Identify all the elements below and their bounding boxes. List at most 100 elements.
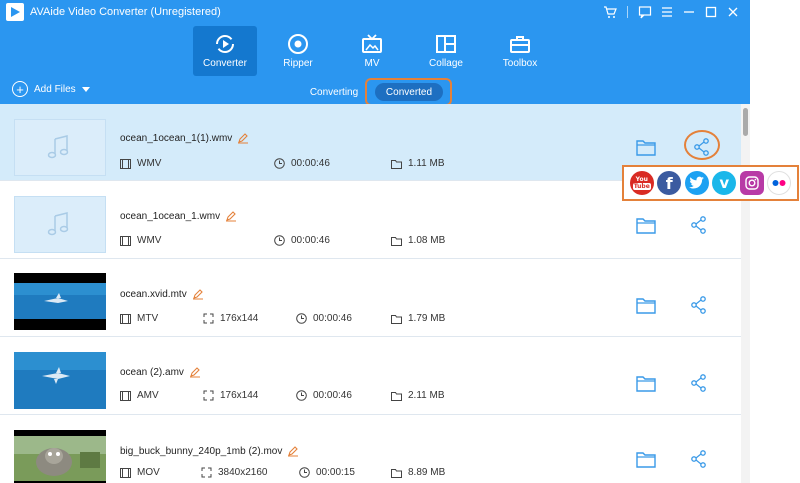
clock-icon [274,235,285,246]
scrollbar[interactable] [741,104,750,483]
share-popup: You Tube f v [622,165,799,201]
folder-small-icon [391,314,402,324]
add-icon: + [12,81,28,97]
tab-toolbox-label: Toolbox [502,58,538,69]
duration-info: 00:00:46 [296,313,352,324]
file-name: big_buck_bunny_240p_1mb (2).mov [120,445,283,457]
add-files-button[interactable]: + Add Files [12,81,90,97]
video-thumbnail [14,430,106,483]
size-info: 1.11 MB [391,158,445,169]
file-format: WMV [137,158,162,169]
tab-toolbox[interactable]: Toolbox [488,26,552,76]
file-row[interactable]: ocean.xvid.mtv MTV 176x144 00:00:46 1.79… [0,260,741,337]
folder-icon[interactable] [635,137,657,157]
edit-icon[interactable] [225,210,237,222]
resolution-icon [203,390,214,401]
clock-icon [299,467,310,478]
instagram-icon[interactable] [739,171,764,195]
youtube-icon[interactable]: You Tube [629,171,654,195]
vimeo-icon[interactable]: v [712,171,737,195]
flickr-dots-icon [772,180,786,186]
tab-converting[interactable]: Converting [300,83,368,101]
clock-icon [296,390,307,401]
size-info: 1.79 MB [391,313,445,324]
file-format: MOV [137,467,160,478]
file-size: 1.79 MB [408,313,446,324]
music-note-icon [47,134,69,158]
file-size: 8.89 MB [408,467,446,478]
file-duration: 00:00:15 [316,467,355,478]
file-resolution: 176x144 [220,390,259,401]
file-name-row: ocean.xvid.mtv [120,288,204,300]
tab-converter-label: Converter [203,58,247,69]
edit-icon[interactable] [189,366,201,378]
tab-mv[interactable]: MV [340,26,404,76]
folder-small-icon [391,236,402,246]
format-info: WMV [120,235,161,246]
share-icon-highlight [684,130,720,160]
scrollbar-thumb[interactable] [743,108,748,136]
title-bar: AVAide Video Converter (Unregistered) [0,0,750,24]
flickr-icon[interactable] [767,171,792,195]
main-nav: Converter Ripper MV Collage Toolbox [0,26,750,76]
chevron-down-icon[interactable] [81,86,90,92]
cart-icon[interactable] [601,4,619,20]
size-info: 8.89 MB [391,467,445,478]
file-row[interactable]: big_buck_bunny_240p_1mb (2).mov MOV 3840… [0,416,741,483]
file-name-row: ocean (2).amv [120,366,201,378]
audio-thumbnail [14,196,106,253]
file-name: ocean.xvid.mtv [120,288,187,300]
file-list: ocean_1ocean_1(1).wmv WMV 00:00:46 1.11 … [0,104,741,483]
twitter-icon[interactable] [684,171,709,195]
edit-icon[interactable] [237,132,249,144]
tab-converter[interactable]: Converter [193,26,257,76]
film-icon [120,235,131,246]
folder-icon[interactable] [635,449,657,469]
film-icon [120,390,131,401]
feedback-icon[interactable] [636,4,654,20]
share-icon[interactable] [688,215,710,235]
tab-collage-label: Collage [429,58,463,69]
edit-icon[interactable] [192,288,204,300]
share-icon[interactable] [688,295,710,315]
tab-ripper[interactable]: Ripper [266,26,330,76]
toolbox-icon [510,36,530,53]
edit-icon[interactable] [287,445,299,457]
clock-icon [274,158,285,169]
ripper-icon [288,34,308,54]
file-name: ocean_1ocean_1.wmv [120,210,221,222]
minimize-icon[interactable] [680,4,698,20]
ocean-shark-image [14,273,106,330]
size-info: 2.11 MB [391,390,445,401]
facebook-icon[interactable]: f [657,171,682,195]
duration-info: 00:00:46 [274,235,330,246]
video-thumbnail [14,273,106,330]
instagram-camera-icon [745,176,759,190]
tab-collage[interactable]: Collage [414,26,478,76]
file-format: MTV [137,313,159,324]
file-row[interactable]: ocean (2).amv AMV 176x144 00:00:46 2.11 … [0,338,741,415]
file-duration: 00:00:46 [291,235,330,246]
share-icon[interactable] [688,373,710,393]
menu-icon[interactable] [658,4,676,20]
folder-icon[interactable] [635,373,657,393]
folder-small-icon [391,468,402,478]
resolution-info: 3840x2160 [201,467,268,478]
resolution-info: 176x144 [203,313,258,324]
share-icon[interactable] [688,449,710,469]
video-thumbnail [14,352,106,409]
duration-info: 00:00:46 [296,390,352,401]
bunny-image [14,430,106,483]
file-size: 1.11 MB [408,158,445,169]
music-note-icon [47,211,69,235]
file-duration: 00:00:46 [291,158,330,169]
duration-info: 00:00:46 [274,158,330,169]
app-title: AVAide Video Converter (Unregistered) [30,6,221,18]
folder-icon[interactable] [635,295,657,315]
file-format: WMV [137,235,162,246]
file-name: ocean (2).amv [120,366,184,378]
maximize-icon[interactable] [702,4,720,20]
file-resolution: 3840x2160 [218,467,268,478]
close-icon[interactable] [724,4,742,20]
folder-icon[interactable] [635,215,657,235]
